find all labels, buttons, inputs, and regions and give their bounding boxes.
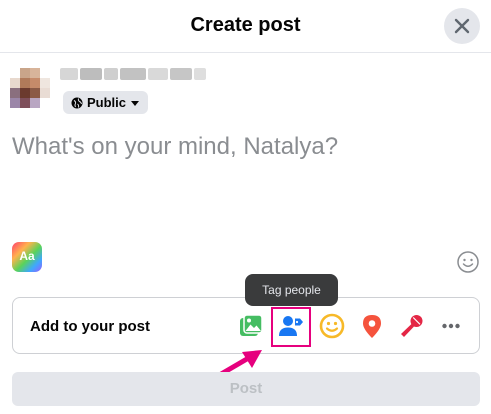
text-background-button[interactable]: Aa: [12, 242, 42, 272]
photo-video-button[interactable]: [237, 312, 265, 340]
close-icon: [454, 18, 470, 34]
add-to-post-label: Add to your post: [30, 318, 150, 335]
emoji-button[interactable]: [457, 251, 479, 273]
photo-video-icon: [240, 314, 263, 336]
more-icon: [442, 323, 460, 329]
live-video-button[interactable]: [398, 312, 426, 340]
tag-people-highlight: [271, 307, 311, 347]
feeling-activity-button[interactable]: [318, 312, 346, 340]
globe-icon: [71, 97, 83, 108]
check-in-button[interactable]: [358, 312, 386, 340]
post-text-input[interactable]: What's on your mind, Natalya?: [12, 132, 480, 232]
dialog-header: Create post: [0, 0, 491, 53]
dialog-title: Create post: [190, 14, 301, 36]
privacy-label: Public: [87, 95, 127, 110]
post-author: Public: [10, 68, 480, 116]
text-format-label: Aa: [19, 249, 35, 263]
privacy-selector[interactable]: Public: [63, 91, 149, 114]
live-video-icon: [401, 315, 423, 337]
more-options-button[interactable]: [437, 312, 465, 340]
caret-down-icon: [131, 100, 140, 106]
close-button[interactable]: [444, 8, 480, 44]
avatar[interactable]: [10, 68, 50, 108]
feeling-activity-icon: [319, 313, 345, 339]
check-in-icon: [363, 315, 381, 338]
post-button[interactable]: Post: [12, 372, 480, 406]
emoji-icon: [457, 251, 479, 273]
author-name-blurred[interactable]: [60, 68, 206, 82]
tag-people-tooltip: Tag people: [245, 274, 338, 306]
